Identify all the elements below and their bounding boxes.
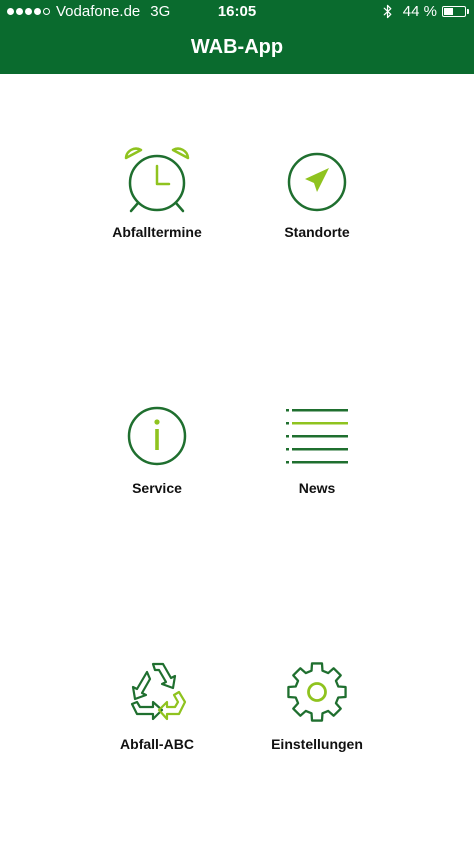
info-icon: [127, 406, 187, 466]
menu-item-einstellungen[interactable]: Einstellungen: [222, 658, 412, 768]
menu-item-standorte[interactable]: Standorte: [222, 146, 412, 256]
news-list-icon: [286, 409, 348, 464]
top-bar: Vodafone.de 3G 16:05 44 % WAB-App: [0, 0, 474, 74]
page-title: WAB-App: [190, 36, 284, 58]
status-right: 44 %: [383, 3, 469, 20]
menu-item-label: News: [298, 480, 336, 496]
gear-icon: [287, 662, 347, 722]
bluetooth-icon: [383, 4, 392, 19]
menu-item-label: Einstellungen: [271, 736, 363, 752]
battery-icon: [442, 6, 469, 17]
alarm-clock-icon: [124, 147, 190, 213]
compass-icon: [287, 152, 347, 212]
recycle-icon: [130, 662, 187, 721]
menu-item-label: Standorte: [284, 224, 350, 240]
app-screen: Vodafone.de 3G 16:05 44 % WAB-App Abfall…: [0, 0, 474, 842]
battery-level: [444, 8, 453, 15]
battery-percentage: 44 %: [402, 3, 437, 20]
menu-item-news[interactable]: News: [222, 402, 412, 512]
status-bar: Vodafone.de 3G 16:05 44 %: [0, 0, 474, 24]
